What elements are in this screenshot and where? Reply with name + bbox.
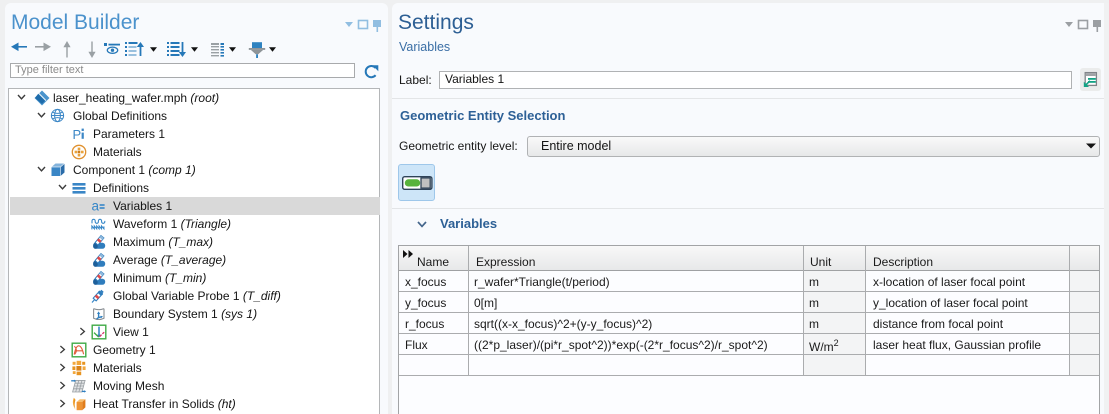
svg-text:P: P bbox=[73, 127, 82, 142]
svg-text:a: a bbox=[92, 199, 100, 214]
